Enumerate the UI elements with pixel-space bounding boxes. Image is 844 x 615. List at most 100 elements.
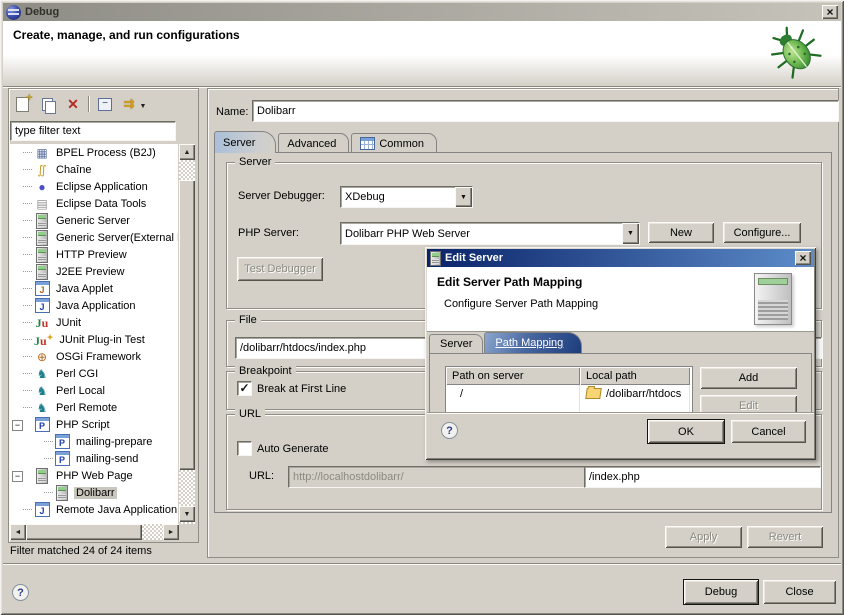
new-server-button[interactable]: New xyxy=(648,222,714,243)
tree-item-osgi-framework[interactable]: ⊕OSGi Framework xyxy=(10,348,178,365)
tree-item-php-web-page[interactable]: − PHP Web Page xyxy=(10,467,178,484)
tree-item-label: PHP Script xyxy=(54,419,112,431)
tree-connector xyxy=(23,322,32,323)
tree-item-perl-local[interactable]: ♞Perl Local xyxy=(10,382,178,399)
server-icon xyxy=(54,485,70,501)
tree-item-label: JUnit Plug-in Test xyxy=(57,334,146,346)
url-label: URL: xyxy=(249,470,274,482)
combo-dropdown-icon[interactable]: ▼ xyxy=(455,187,472,207)
new-configuration-button[interactable]: + xyxy=(12,94,32,114)
tree-item-java-applet[interactable]: JJava Applet xyxy=(10,280,178,297)
tree-item-label: Perl Remote xyxy=(54,402,119,414)
tree-item-http-preview[interactable]: HTTP Preview xyxy=(10,246,178,263)
help-icon[interactable]: ? xyxy=(12,584,29,601)
type-filter-input[interactable]: type filter text xyxy=(10,121,176,141)
tree-item-eclipse-application[interactable]: ●Eclipse Application xyxy=(10,178,178,195)
tree-item-mailing-send[interactable]: Pmailing-send xyxy=(10,450,178,467)
tree-connector xyxy=(23,339,32,340)
dialog-help-icon[interactable]: ? xyxy=(441,422,458,439)
eclipse-icon xyxy=(6,5,21,20)
tree-item-label: PHP Web Page xyxy=(54,470,135,482)
filter-menu-caret-icon[interactable]: ▼ xyxy=(138,96,148,116)
duplicate-configuration-button[interactable] xyxy=(38,94,58,114)
toolbar-separator xyxy=(88,96,90,112)
tree-item-generic-server-external-la[interactable]: Generic Server(External La xyxy=(10,229,178,246)
server-group-title: Server xyxy=(235,156,275,168)
tree-connector xyxy=(23,220,32,221)
revert-button[interactable]: Revert xyxy=(747,526,823,548)
filter-button[interactable]: ⇉ xyxy=(119,94,139,114)
test-debugger-button[interactable]: Test Debugger xyxy=(237,257,323,281)
path-mapping-row[interactable]: //dolibarr/htdocs xyxy=(446,385,692,402)
debug-button[interactable]: Debug xyxy=(684,580,758,604)
hscroll-thumb[interactable] xyxy=(26,524,142,540)
column-path-on-server[interactable]: Path on server xyxy=(446,367,580,385)
perl-icon: ♞ xyxy=(34,366,50,382)
column-local-path[interactable]: Local path xyxy=(580,367,690,385)
applet-icon: J xyxy=(34,281,50,297)
tree-connector xyxy=(23,169,32,170)
tab-common[interactable]: Common xyxy=(351,133,437,153)
name-input[interactable]: Dolibarr xyxy=(252,100,839,122)
tree-item-dolibarr[interactable]: Dolibarr xyxy=(10,484,178,501)
page-title: Create, manage, and run configurations xyxy=(13,28,240,42)
tree-item-perl-remote[interactable]: ♞Perl Remote xyxy=(10,399,178,416)
php-server-combo[interactable]: Dolibarr PHP Web Server ▼ xyxy=(340,222,640,245)
tab-advanced[interactable]: Advanced xyxy=(278,133,349,153)
tab-server[interactable]: Server xyxy=(214,131,276,153)
url-path-input[interactable]: /index.php xyxy=(584,466,821,488)
close-button[interactable]: Close xyxy=(763,580,836,604)
server-debugger-label: Server Debugger: xyxy=(238,190,325,202)
dialog-tab-server[interactable]: Server xyxy=(429,334,483,353)
path-mapping-table[interactable]: Path on server Local path //dolibarr/htd… xyxy=(445,366,693,412)
tree-connector xyxy=(44,492,53,493)
edit-mapping-button[interactable]: Edit xyxy=(700,395,797,412)
winP-icon: P xyxy=(54,451,70,467)
server-image-icon xyxy=(754,273,792,325)
add-mapping-button[interactable]: Add xyxy=(700,367,797,389)
tree-item-remote-java-application[interactable]: JRemote Java Application xyxy=(10,501,178,518)
scroll-up-button[interactable]: ▲ xyxy=(179,144,195,160)
server-debugger-combo[interactable]: XDebug ▼ xyxy=(340,186,473,208)
tree-expander-icon[interactable]: − xyxy=(12,420,23,431)
tree-item-perl-cgi[interactable]: ♞ Perl CGI xyxy=(10,365,178,382)
close-window-button[interactable]: × xyxy=(822,5,838,19)
tree-item-cha-ne[interactable]: ∬Chaîne xyxy=(10,161,178,178)
dialog-close-button[interactable]: × xyxy=(795,251,811,265)
winP-icon: P xyxy=(34,417,50,433)
tree-item-j2ee-preview[interactable]: J2EE Preview xyxy=(10,263,178,280)
scroll-left-button[interactable]: ◄ xyxy=(10,524,26,540)
tree-item-mailing-prepare[interactable]: Pmailing-prepare xyxy=(10,433,178,450)
tree-item-eclipse-data-tools[interactable]: ▤Eclipse Data Tools xyxy=(10,195,178,212)
scroll-right-button[interactable]: ► xyxy=(163,524,179,540)
dialog-tab-path-mapping[interactable]: Path Mapping xyxy=(484,332,582,353)
collapse-all-button[interactable]: − xyxy=(95,94,115,114)
tree-item-junit[interactable]: JuJUnit xyxy=(10,314,178,331)
tree-item-junit-plug-in-test[interactable]: Ju✦JUnit Plug-in Test xyxy=(10,331,178,348)
tree-connector xyxy=(23,288,32,289)
tree-expander-icon[interactable]: − xyxy=(12,471,23,482)
tree-item-label: Perl CGI xyxy=(54,368,100,380)
tree-item-java-application[interactable]: JJava Application xyxy=(10,297,178,314)
tree-connector xyxy=(23,254,32,255)
configure-button[interactable]: Configure... xyxy=(723,222,801,243)
tree-item-generic-server[interactable]: Generic Server xyxy=(10,212,178,229)
break-at-first-line-checkbox[interactable] xyxy=(237,381,252,396)
tree-connector xyxy=(23,509,32,510)
vscroll-thumb[interactable] xyxy=(179,180,195,470)
scroll-down-button[interactable]: ▼ xyxy=(179,506,195,522)
apply-button[interactable]: Apply xyxy=(665,526,742,548)
delete-configuration-button[interactable]: ✕ xyxy=(63,94,83,114)
tree-item-php-script[interactable]: −P PHP Script xyxy=(10,416,178,433)
tree-connector xyxy=(23,373,32,374)
folder-icon xyxy=(585,388,602,399)
bpel-icon: ▦ xyxy=(34,145,50,161)
combo-dropdown-icon[interactable]: ▼ xyxy=(622,223,639,244)
tree-connector xyxy=(44,458,53,459)
tree-item-bpel-process-b2j[interactable]: ▦BPEL Process (B2J) xyxy=(10,144,178,161)
url-base-input[interactable]: http://localhostdolibarr/ xyxy=(288,466,585,488)
cancel-button[interactable]: Cancel xyxy=(731,420,806,443)
ok-button[interactable]: OK xyxy=(648,420,724,443)
auto-generate-checkbox[interactable] xyxy=(237,441,252,456)
tree-connector xyxy=(23,390,32,391)
